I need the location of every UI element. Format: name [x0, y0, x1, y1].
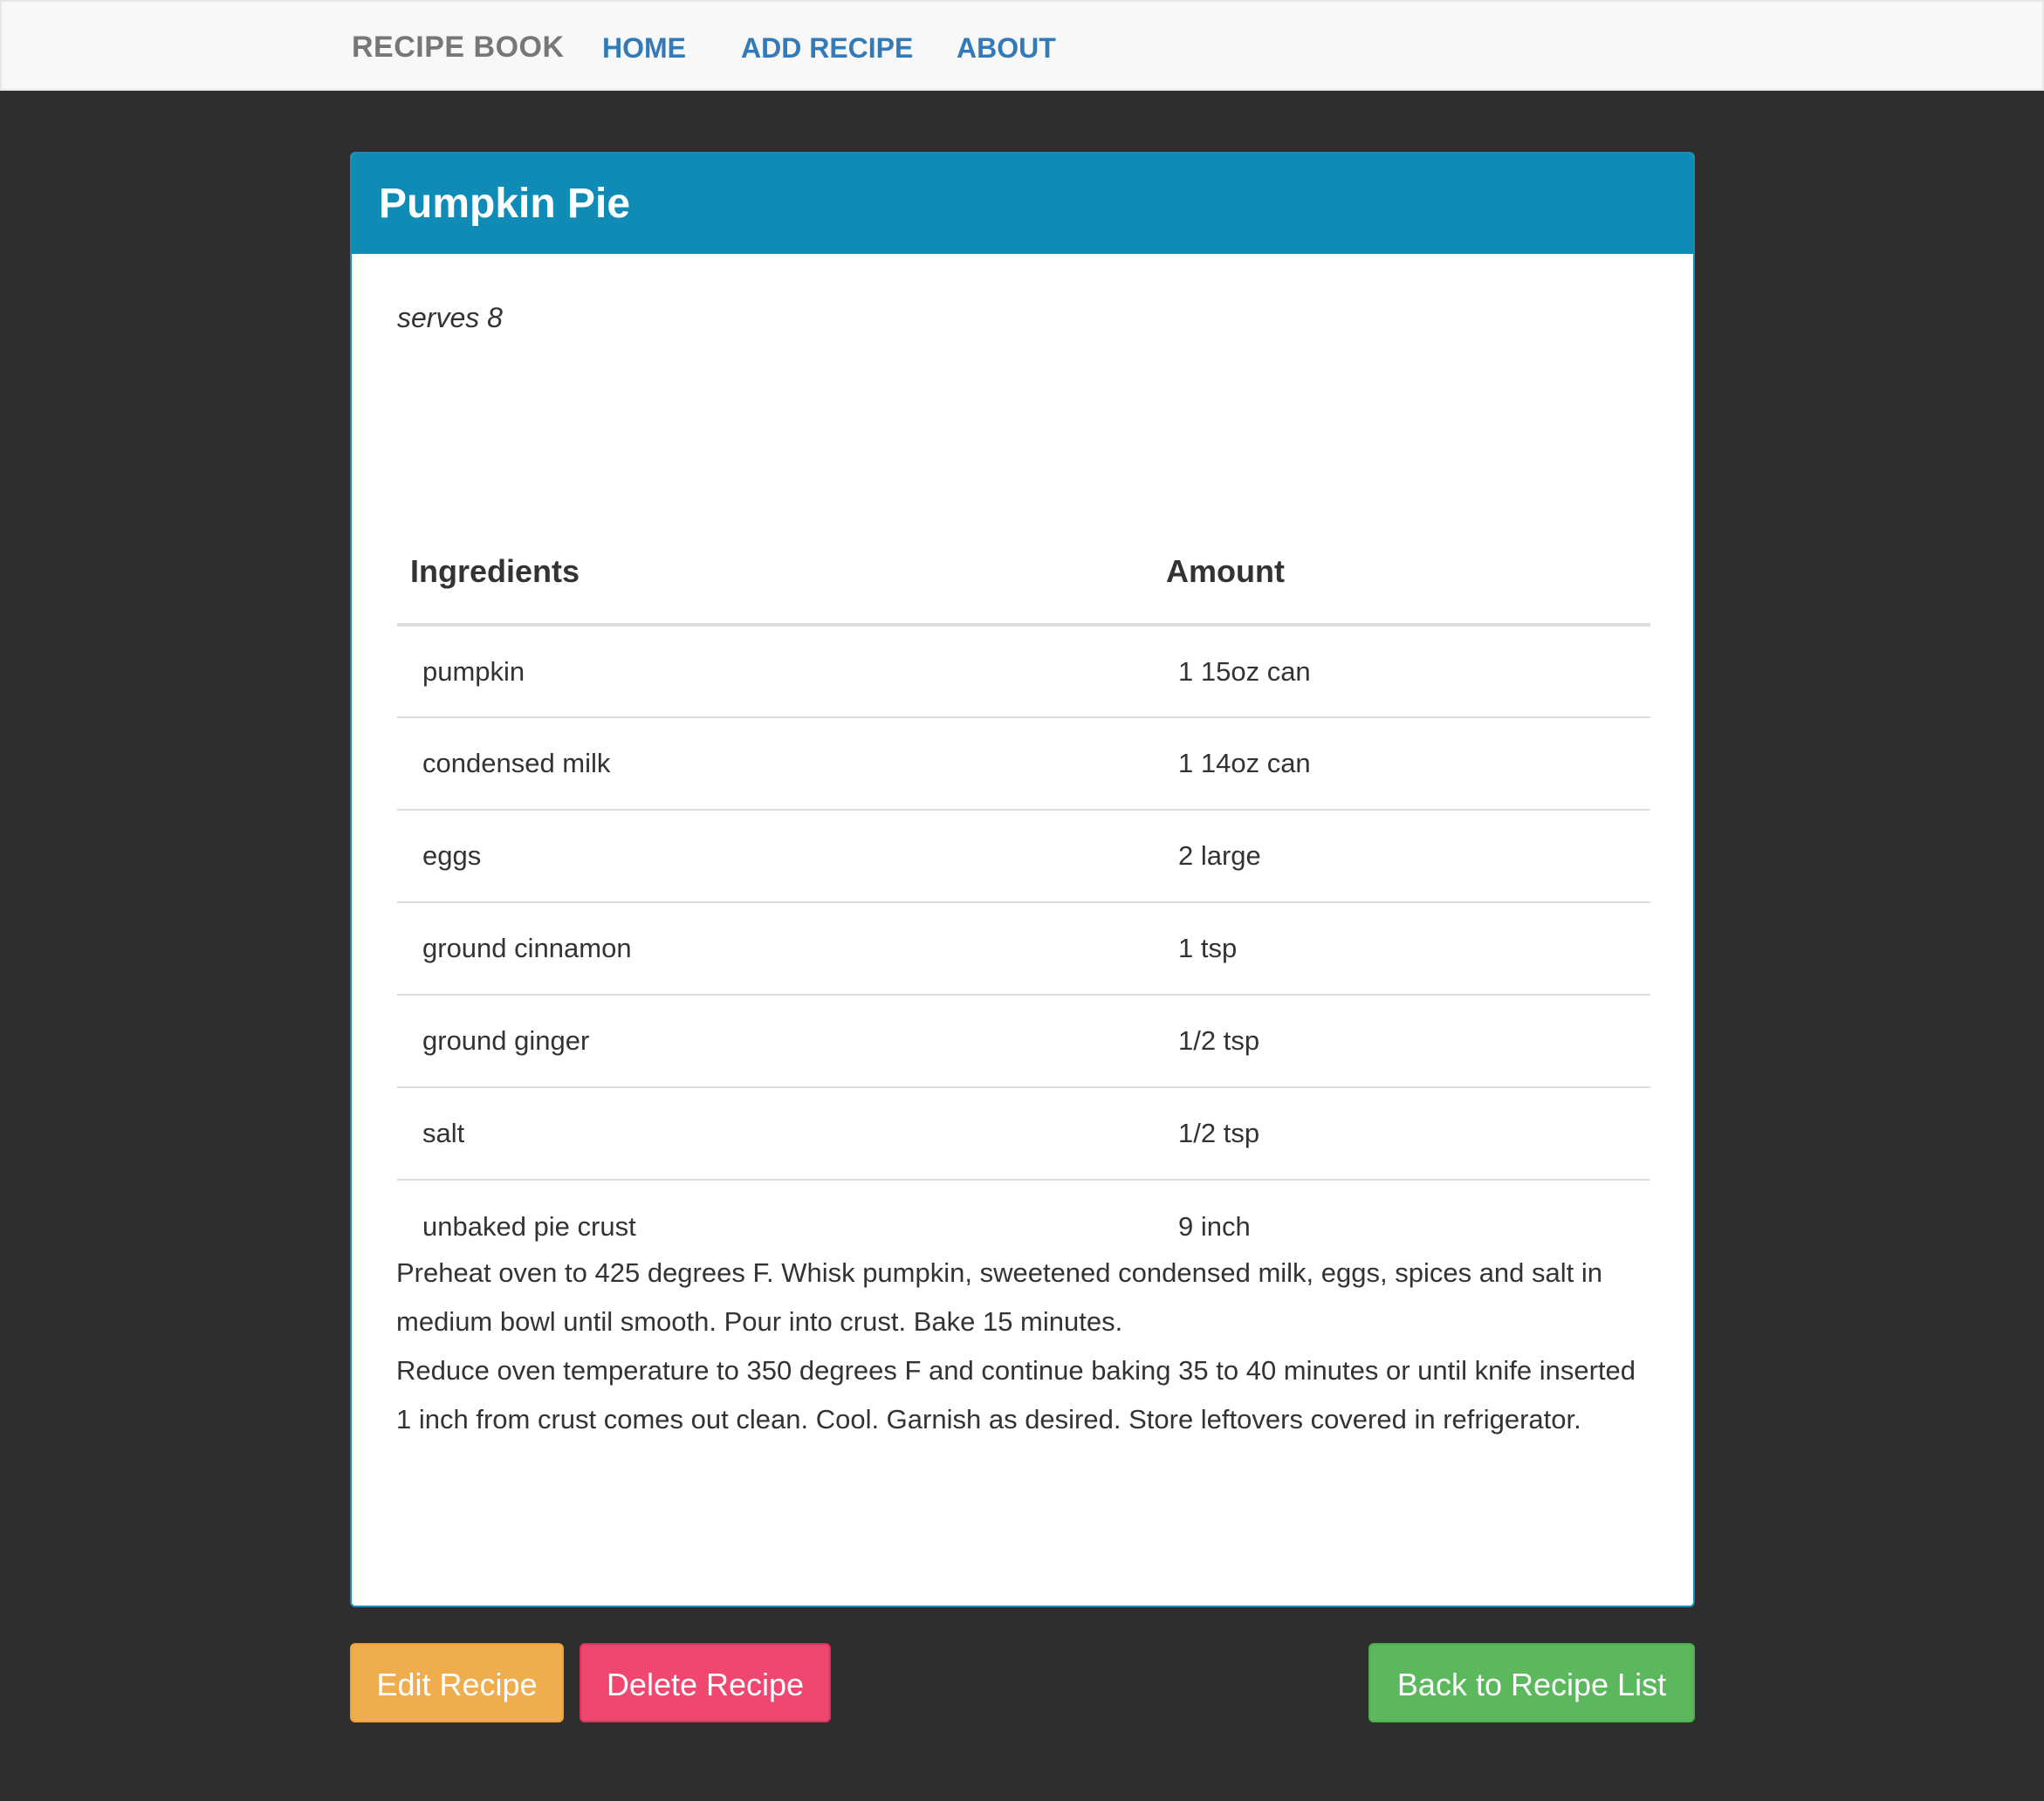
table-row: salt 1/2 tsp [397, 1087, 1650, 1181]
recipe-title: Pumpkin Pie [352, 154, 1693, 254]
ingredient-name: ground cinnamon [397, 902, 1153, 996]
brand-logo[interactable]: RECIPE BOOK [352, 2, 565, 92]
ingredient-amount: 1 15oz can [1153, 625, 1650, 718]
table-header-row: Ingredients Amount [397, 520, 1650, 627]
edit-recipe-button[interactable]: Edit Recipe [350, 1643, 564, 1722]
ingredient-amount: 2 large [1153, 810, 1650, 903]
table-row: condensed milk 1 14oz can [397, 717, 1650, 811]
table-row: pumpkin 1 15oz can [397, 625, 1650, 718]
table-row: eggs 2 large [397, 810, 1650, 903]
ingredient-amount: 1/2 tsp [1153, 995, 1650, 1088]
directions-paragraph-1: Preheat oven to 425 degrees F. Whisk pum… [396, 1257, 1603, 1337]
amount-header: Amount [1153, 520, 1650, 627]
table-row: ground cinnamon 1 tsp [397, 902, 1650, 996]
ingredient-name: pumpkin [397, 625, 1153, 718]
top-navbar: RECIPE BOOK HOME ADD RECIPE ABOUT [0, 0, 2044, 91]
ingredient-name: condensed milk [397, 717, 1153, 811]
nav-home-link[interactable]: HOME [602, 2, 686, 92]
table-row: ground ginger 1/2 tsp [397, 995, 1650, 1088]
ingredients-table: Ingredients Amount pumpkin 1 15oz can co… [397, 520, 1650, 1272]
serves-text: serves 8 [397, 302, 503, 333]
recipe-panel: Pumpkin Pie serves 8 Ingredients Amount … [350, 152, 1695, 1607]
ingredients-header: Ingredients [397, 520, 1153, 627]
directions-paragraph-2: Reduce oven temperature to 350 degrees F… [396, 1355, 1636, 1435]
ingredient-amount: 1/2 tsp [1153, 1087, 1650, 1181]
nav-add-recipe-link[interactable]: ADD RECIPE [741, 2, 913, 92]
ingredient-name: eggs [397, 810, 1153, 903]
nav-about-link[interactable]: ABOUT [957, 2, 1056, 92]
ingredient-amount: 1 14oz can [1153, 717, 1650, 811]
ingredient-name: ground ginger [397, 995, 1153, 1088]
ingredient-amount: 1 tsp [1153, 902, 1650, 996]
ingredient-name: salt [397, 1087, 1153, 1181]
back-to-recipe-list-button[interactable]: Back to Recipe List [1368, 1643, 1695, 1722]
delete-recipe-button[interactable]: Delete Recipe [580, 1643, 831, 1722]
directions-text: Preheat oven to 425 degrees F. Whisk pum… [396, 1249, 1653, 1444]
